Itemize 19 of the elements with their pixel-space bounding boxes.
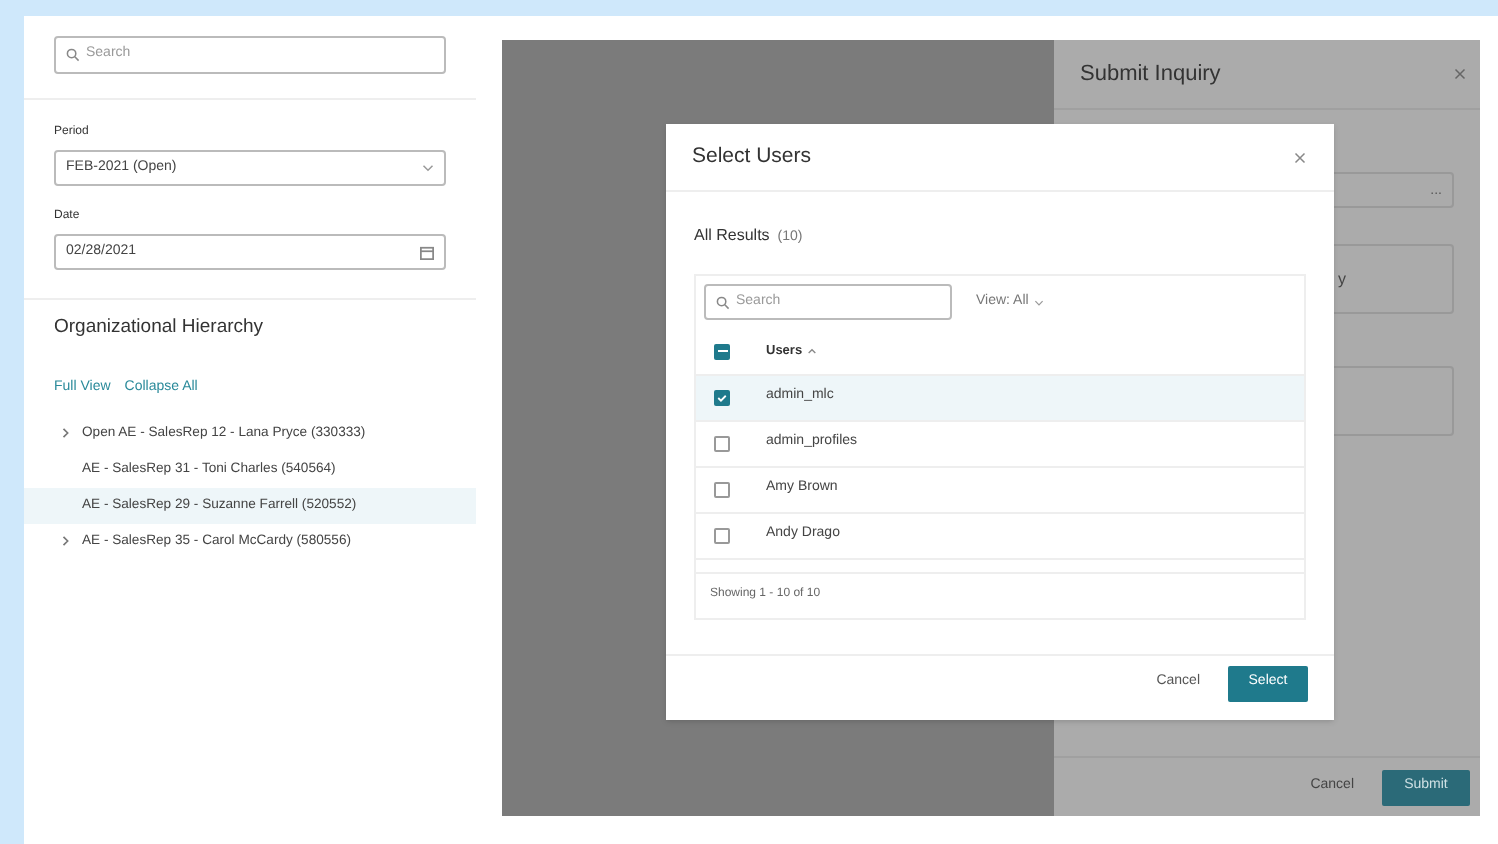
calendar-icon [420,245,434,259]
checkbox[interactable] [714,435,730,451]
checkbox[interactable] [714,527,730,543]
chevron-down-icon [422,164,434,172]
checkbox[interactable] [714,481,730,497]
checkbox[interactable] [714,389,730,405]
chevron-right-icon [62,428,70,439]
modal-title: Select Users [692,141,812,172]
search-icon [66,48,80,62]
checkbox[interactable] [714,343,730,359]
chevron-right-icon [62,536,70,547]
close-icon[interactable] [1454,68,1466,80]
close-icon[interactable] [1294,151,1306,163]
results-label: All Results [694,224,770,248]
sort-icon [808,348,817,354]
search-icon [716,295,730,309]
section-title: Organizational Hierarchy [52,314,266,342]
chevron-down-icon [1034,299,1045,305]
drawer-title: Submit Inquiry [1080,59,1221,90]
